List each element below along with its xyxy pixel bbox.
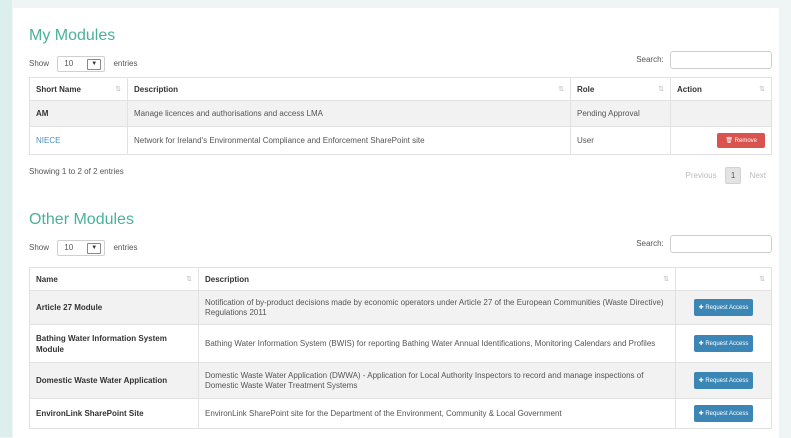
col-action[interactable]: Action ⇅ bbox=[670, 77, 772, 101]
cell-description: Domestic Waste Water Application (DWWA) … bbox=[198, 362, 676, 399]
request-access-label: Request Access bbox=[705, 411, 749, 417]
length-control: Show 10 ▼ entries bbox=[29, 56, 138, 72]
entries-select[interactable]: 10 ▼ bbox=[57, 240, 106, 256]
table-header-row: Short Name ⇅ Description ⇅ Role ⇅ Action ⇅ bbox=[29, 77, 772, 101]
entries-label: entries bbox=[113, 243, 138, 253]
entries-value: 10 bbox=[64, 59, 74, 68]
table-row: AM Manage licences and authorisations an… bbox=[29, 100, 772, 127]
show-label: Show bbox=[29, 59, 50, 69]
cell-name: Article 27 Module bbox=[29, 290, 199, 325]
cell-action: ✚ Request Access bbox=[675, 324, 772, 363]
sort-icon: ⇅ bbox=[663, 276, 669, 283]
plus-icon: ✚ bbox=[698, 411, 704, 417]
chevron-down-icon: ▼ bbox=[87, 243, 102, 254]
col-action[interactable]: ⇅ bbox=[675, 267, 772, 291]
cell-description: Bathing Water Information System (BWIS) … bbox=[198, 324, 676, 363]
cell-description: Network for Ireland's Environmental Comp… bbox=[127, 126, 571, 155]
trash-icon: 🗑 bbox=[725, 138, 733, 144]
request-access-button[interactable]: ✚ Request Access bbox=[693, 372, 754, 389]
my-modules-controls: Show 10 ▼ entries Search: bbox=[29, 51, 772, 73]
showing-info: Showing 1 to 2 of 2 entries bbox=[29, 167, 124, 176]
next-button[interactable]: Next bbox=[750, 171, 766, 180]
cell-name: Domestic Waste Water Application bbox=[29, 362, 199, 399]
module-link[interactable]: NIECE bbox=[36, 136, 60, 145]
request-access-button[interactable]: ✚ Request Access bbox=[693, 335, 754, 352]
other-modules-controls: Show 10 ▼ entries Search: bbox=[29, 235, 772, 257]
other-modules-table: Name ⇅ Description ⇅ ⇅ Article 27 Module N… bbox=[29, 267, 772, 429]
col-short-name[interactable]: Short Name ⇅ bbox=[29, 77, 128, 101]
plus-icon: ✚ bbox=[698, 378, 704, 384]
cell-role: User bbox=[570, 126, 671, 155]
cell-action: ✚ Request Access bbox=[675, 362, 772, 399]
sort-icon: ⇅ bbox=[759, 86, 765, 93]
cell-action: 🗑 Remove bbox=[670, 126, 772, 155]
length-control: Show 10 ▼ entries bbox=[29, 240, 138, 256]
search-label: Search: bbox=[636, 55, 664, 65]
cell-role: Pending Approval bbox=[570, 100, 671, 127]
col-description[interactable]: Description ⇅ bbox=[127, 77, 571, 101]
sort-icon: ⇅ bbox=[115, 86, 121, 93]
table-row: NIECE Network for Ireland's Environmenta… bbox=[29, 126, 772, 155]
show-label: Show bbox=[29, 243, 50, 253]
entries-label: entries bbox=[113, 59, 138, 69]
remove-label: Remove bbox=[734, 138, 757, 144]
sort-icon: ⇅ bbox=[759, 276, 765, 283]
cell-name: Bathing Water Information System Module bbox=[29, 324, 199, 363]
previous-button[interactable]: Previous bbox=[686, 171, 717, 180]
my-modules-table: Short Name ⇅ Description ⇅ Role ⇅ Action ⇅ A… bbox=[29, 77, 772, 155]
search-label: Search: bbox=[636, 239, 664, 249]
remove-button[interactable]: 🗑 Remove bbox=[717, 133, 765, 148]
request-access-label: Request Access bbox=[705, 305, 749, 311]
chevron-down-icon: ▼ bbox=[87, 59, 102, 70]
plus-icon: ✚ bbox=[698, 341, 704, 347]
search-control: Search: bbox=[636, 235, 772, 253]
table-row: Domestic Waste Water Application Domesti… bbox=[29, 362, 772, 399]
search-control: Search: bbox=[636, 51, 772, 69]
modules-panel: My Modules Show 10 ▼ entries Search: Sho… bbox=[13, 8, 779, 438]
cell-action: ✚ Request Access bbox=[675, 290, 772, 325]
table-header-row: Name ⇅ Description ⇅ ⇅ bbox=[29, 267, 772, 291]
request-access-button[interactable]: ✚ Request Access bbox=[693, 299, 754, 316]
sort-icon: ⇅ bbox=[558, 86, 564, 93]
my-modules-title: My Modules bbox=[29, 27, 116, 44]
page-button-current[interactable]: 1 bbox=[724, 167, 742, 184]
entries-select[interactable]: 10 ▼ bbox=[57, 56, 106, 72]
request-access-label: Request Access bbox=[705, 378, 749, 384]
cell-description: Notification of by-product decisions mad… bbox=[198, 290, 676, 325]
plus-icon: ✚ bbox=[698, 305, 704, 311]
other-modules-title: Other Modules bbox=[29, 211, 134, 228]
cell-name: EnvironLink SharePoint Site bbox=[29, 398, 199, 429]
cell-short-name: NIECE bbox=[29, 126, 128, 155]
background-shape bbox=[0, 0, 12, 437]
cell-action bbox=[670, 100, 772, 127]
cell-description: Manage licences and authorisations and a… bbox=[127, 100, 571, 127]
my-modules-section: My Modules Show 10 ▼ entries Search: Sho… bbox=[29, 27, 772, 187]
sort-icon: ⇅ bbox=[658, 86, 664, 93]
col-name[interactable]: Name ⇅ bbox=[29, 267, 199, 291]
cell-description: EnvironLink SharePoint site for the Depa… bbox=[198, 398, 676, 429]
pagination: Previous 1 Next bbox=[686, 167, 766, 184]
my-modules-footer: Showing 1 to 2 of 2 entries Previous 1 N… bbox=[29, 167, 772, 187]
request-access-button[interactable]: ✚ Request Access bbox=[693, 405, 754, 422]
cell-short-name: AM bbox=[29, 100, 128, 127]
col-role[interactable]: Role ⇅ bbox=[570, 77, 671, 101]
col-description[interactable]: Description ⇅ bbox=[198, 267, 676, 291]
search-input[interactable] bbox=[670, 51, 772, 69]
table-row: Article 27 Module Notification of by-pro… bbox=[29, 290, 772, 325]
table-row: Bathing Water Information System Module … bbox=[29, 324, 772, 363]
request-access-label: Request Access bbox=[705, 341, 749, 347]
cell-action: ✚ Request Access bbox=[675, 398, 772, 429]
table-row: EnvironLink SharePoint Site EnvironLink … bbox=[29, 398, 772, 429]
search-input[interactable] bbox=[670, 235, 772, 253]
entries-value: 10 bbox=[64, 243, 74, 252]
other-modules-section: Other Modules Show 10 ▼ entries Search: … bbox=[29, 211, 772, 429]
sort-icon: ⇅ bbox=[186, 276, 192, 283]
